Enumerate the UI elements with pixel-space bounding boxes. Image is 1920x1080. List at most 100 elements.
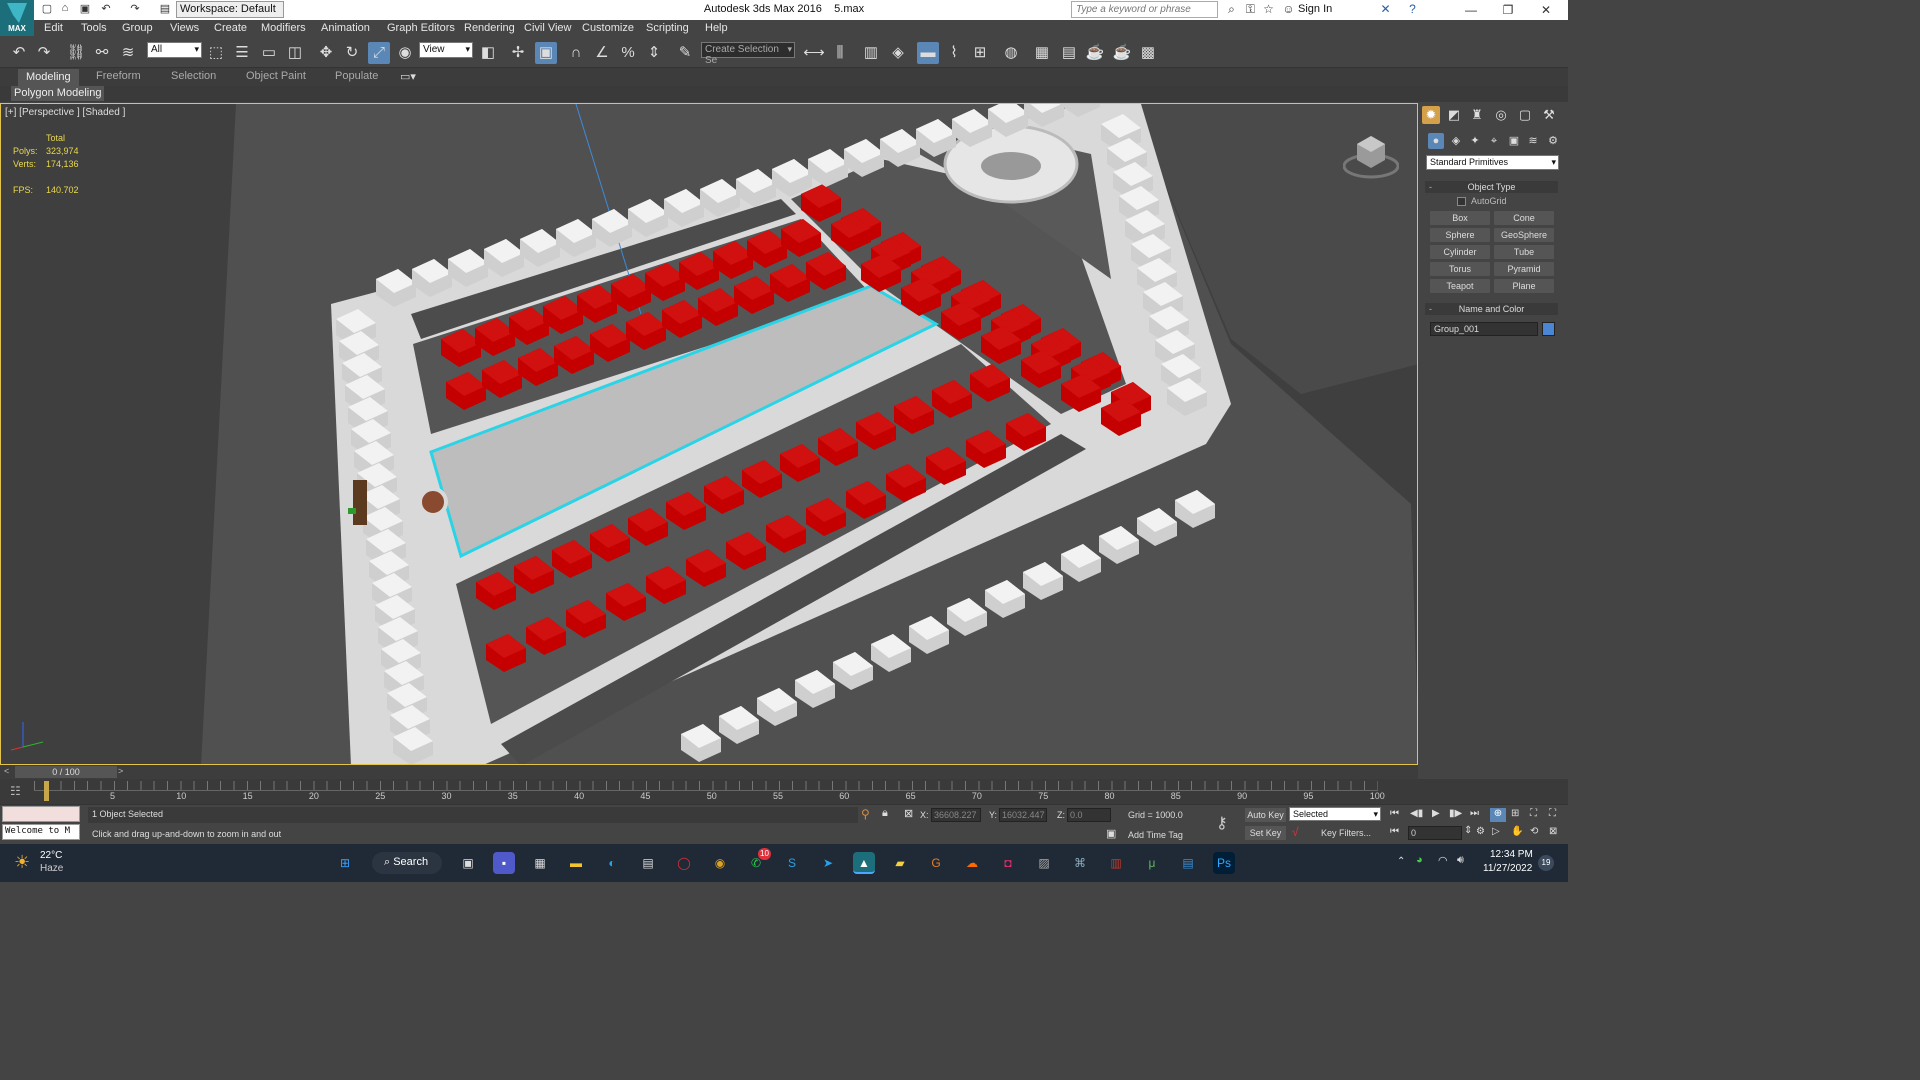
weather-temp[interactable]: 22°C (40, 850, 62, 861)
notification-badge[interactable]: 19 (1538, 855, 1554, 871)
box-button[interactable]: Box (1430, 211, 1490, 225)
pan-view-icon[interactable]: ✋ (1511, 826, 1523, 837)
maxscript-listener-red[interactable] (2, 806, 80, 822)
mirror-icon[interactable]: ⟷ (803, 42, 825, 64)
app-network-icon[interactable]: ⌘ (1069, 852, 1091, 874)
window-crossing-icon[interactable]: ◫ (284, 42, 306, 64)
align-icon[interactable]: ⫼ (829, 42, 851, 64)
plane-button[interactable]: Plane (1494, 279, 1554, 293)
clock-time[interactable]: 12:34 PM (1490, 849, 1533, 860)
category-dropdown[interactable]: Standard Primitives (1426, 155, 1559, 170)
undo-icon[interactable]: ↶ (8, 42, 30, 64)
select-and-scale-icon[interactable]: ⤢ (368, 42, 390, 64)
menu-rendering[interactable]: Rendering (464, 22, 515, 34)
unlink-icon[interactable]: ⚯ (91, 42, 113, 64)
taskbar-search[interactable]: ⌕ Search (372, 852, 442, 874)
schematic-view-icon[interactable]: ⊞ (969, 42, 991, 64)
tab-object-paint[interactable]: Object Paint (246, 70, 306, 82)
clock-date[interactable]: 11/27/2022 (1483, 863, 1532, 874)
notepad-icon[interactable]: ▤ (1177, 852, 1199, 874)
select-and-place-icon[interactable]: ◉ (394, 42, 416, 64)
y-coordinate-field[interactable]: 16032.447 (999, 808, 1047, 822)
ribbon-toggle-icon[interactable]: ▬ (917, 42, 939, 64)
wifi-icon[interactable]: ◠ (1438, 854, 1448, 867)
ribbon-options-icon[interactable]: ▭▾ (400, 70, 416, 83)
time-slider[interactable]: < 0 / 100 > (0, 765, 1418, 779)
calculator-icon[interactable]: ▦ (529, 852, 551, 874)
key-mode-toggle-icon[interactable]: ⏮ (1390, 826, 1399, 837)
time-next-icon[interactable]: > (118, 766, 123, 776)
space-warps-icon[interactable]: ≋ (1525, 133, 1541, 149)
shapes-icon[interactable]: ◈ (1448, 133, 1464, 149)
pivot-center-icon[interactable]: ◧ (477, 42, 499, 64)
menu-civil-view[interactable]: Civil View (524, 22, 571, 34)
select-object-icon[interactable]: ⬚ (205, 42, 227, 64)
tab-selection[interactable]: Selection (171, 70, 216, 82)
maxscript-listener[interactable]: Welcome to M (2, 824, 80, 840)
menu-modifiers[interactable]: Modifiers (261, 22, 306, 34)
select-and-rotate-icon[interactable]: ↻ (341, 42, 363, 64)
object-color-swatch[interactable] (1542, 322, 1555, 336)
file-explorer-icon[interactable]: ▬ (565, 852, 587, 874)
cone-button[interactable]: Cone (1494, 211, 1554, 225)
go-to-end-icon[interactable]: ⏭ (1470, 808, 1479, 819)
zoom-all-icon[interactable]: ⊞ (1511, 808, 1519, 819)
exchange-icon[interactable]: ✕ (1378, 2, 1393, 17)
telegram-icon[interactable]: ➤ (817, 852, 839, 874)
a360-render-icon[interactable]: ▩ (1137, 42, 1159, 64)
select-and-move-icon[interactable]: ✥ (315, 42, 337, 64)
edge-icon[interactable]: ◐ (601, 852, 623, 874)
perspective-viewport[interactable]: [+] [Perspective ] [Shaded ] Total Polys… (0, 103, 1418, 765)
user-icon[interactable]: ☺ (1281, 2, 1296, 17)
modify-tab-icon[interactable]: ◩ (1445, 106, 1463, 124)
app-image-icon[interactable]: ▨ (1033, 852, 1055, 874)
close-button[interactable]: ✕ (1528, 0, 1564, 20)
cameras-icon[interactable]: ⌖ (1486, 133, 1502, 149)
name-and-color-rollout[interactable]: Name and Color (1425, 303, 1558, 315)
display-tab-icon[interactable]: ▢ (1516, 106, 1534, 124)
previous-frame-icon[interactable]: ◀▮ (1410, 808, 1423, 819)
named-selection-set-dropdown[interactable]: Create Selection Se (701, 42, 795, 66)
utilities-tab-icon[interactable]: ⚒ (1540, 106, 1558, 124)
autogrid-checkbox[interactable] (1457, 197, 1466, 206)
field-of-view-icon[interactable]: ▷ (1492, 826, 1500, 837)
app-s-icon[interactable]: S (781, 852, 803, 874)
photoshop-icon[interactable]: Ps (1213, 852, 1235, 874)
maximize-button[interactable]: ❐ (1490, 0, 1526, 20)
polygon-modeling-panel-button[interactable]: Polygon Modeling (11, 86, 105, 101)
select-and-manipulate-icon[interactable]: ✢ (507, 42, 529, 64)
subscription-icon[interactable]: ⚿ (1243, 2, 1258, 17)
menu-create[interactable]: Create (214, 22, 247, 34)
play-icon[interactable]: ▶ (1432, 808, 1440, 819)
rectangular-selection-icon[interactable]: ▭ (258, 42, 280, 64)
tube-button[interactable]: Tube (1494, 245, 1554, 259)
layer-explorer-icon[interactable]: ◈ (887, 42, 909, 64)
menu-help[interactable]: Help (705, 22, 728, 34)
isolate-selection-icon[interactable]: ⚲ (861, 807, 870, 821)
binoculars-icon[interactable]: ⌕ (1224, 2, 1239, 17)
material-editor-icon[interactable]: ◍ (1000, 42, 1022, 64)
z-coordinate-field[interactable]: 0.0 (1067, 808, 1111, 822)
instagram-icon[interactable]: ◘ (997, 852, 1019, 874)
zoom-icon[interactable]: ⊕ (1490, 808, 1506, 822)
menu-scripting[interactable]: Scripting (646, 22, 689, 34)
hierarchy-tab-icon[interactable]: ♜ (1468, 106, 1486, 124)
selection-filter-dropdown[interactable]: All (147, 42, 202, 58)
select-and-link-icon[interactable]: ⛓ (65, 42, 87, 64)
help-icon[interactable]: ? (1405, 2, 1420, 17)
pyramid-button[interactable]: Pyramid (1494, 262, 1554, 276)
key-filters-button[interactable]: Key Filters... (1310, 826, 1382, 840)
go-to-start-icon[interactable]: ⏮ (1390, 808, 1399, 819)
sign-in-link[interactable]: Sign In (1298, 3, 1332, 15)
select-by-name-icon[interactable]: ☰ (231, 42, 253, 64)
sticky-notes-icon[interactable]: ▰ (889, 852, 911, 874)
3dsmax-taskbar-icon[interactable]: ▲ (853, 852, 875, 874)
lights-icon[interactable]: ✦ (1467, 133, 1483, 149)
viewcube[interactable] (1343, 130, 1399, 180)
app-g-icon[interactable]: G (925, 852, 947, 874)
render-production-icon[interactable]: ☕ (1084, 42, 1106, 64)
reference-coordinate-dropdown[interactable]: View (419, 42, 473, 58)
menu-edit[interactable]: Edit (44, 22, 63, 34)
viewport-label[interactable]: [+] [Perspective ] [Shaded ] (5, 107, 125, 118)
task-view-icon[interactable]: ▣ (457, 852, 479, 874)
